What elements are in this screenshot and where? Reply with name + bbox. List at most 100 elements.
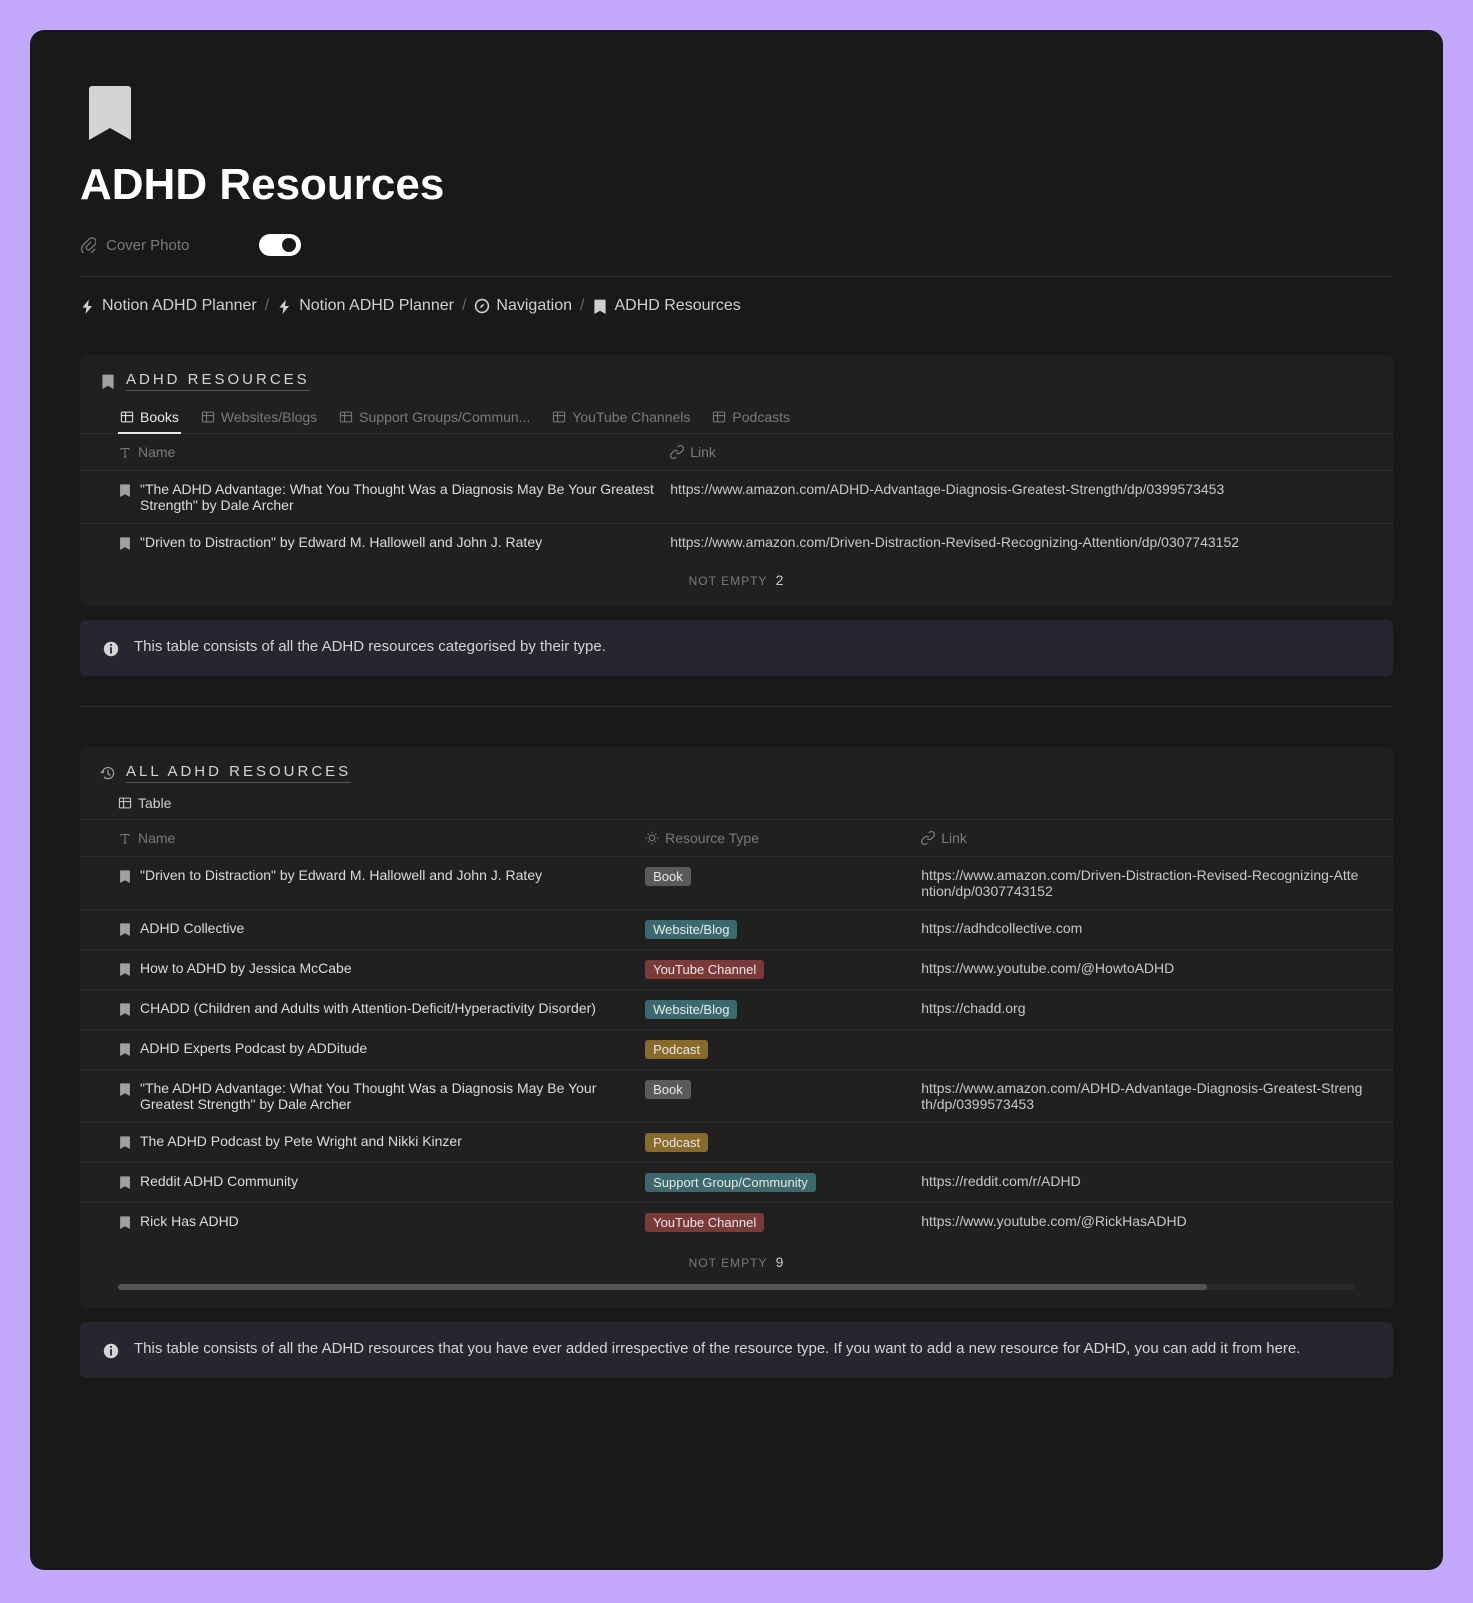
row-name-text: "Driven to Distraction" by Edward M. Hal…	[140, 534, 542, 550]
table-icon	[552, 410, 566, 424]
table-row[interactable]: ADHD CollectiveWebsite/Bloghttps://adhdc…	[80, 910, 1393, 950]
cell-link[interactable]: https://www.amazon.com/ADHD-Advantage-Di…	[670, 481, 1373, 513]
crumb-label: Navigation	[496, 297, 572, 315]
cell-type: Website/Blog	[645, 920, 921, 939]
cell-name: The ADHD Podcast by Pete Wright and Nikk…	[118, 1133, 645, 1152]
cell-type: Podcast	[645, 1040, 921, 1059]
table-row[interactable]: CHADD (Children and Adults with Attentio…	[80, 990, 1393, 1030]
section-title[interactable]: ADHD RESOURCES	[126, 371, 310, 391]
cell-link[interactable]: https://chadd.org	[921, 1000, 1373, 1019]
table-row[interactable]: "Driven to Distraction" by Edward M. Hal…	[80, 857, 1393, 910]
tab-podcasts[interactable]: Podcasts	[710, 403, 792, 433]
cell-type: YouTube Channel	[645, 960, 921, 979]
cell-name: "The ADHD Advantage: What You Thought Wa…	[118, 481, 670, 513]
tab-books[interactable]: Books	[118, 403, 181, 433]
column-label: Link	[690, 444, 716, 460]
info-icon	[102, 1342, 120, 1360]
column-link[interactable]: Link	[921, 830, 1373, 846]
summary-count: 2	[776, 572, 785, 588]
column-label: Resource Type	[665, 830, 759, 846]
horizontal-scrollbar[interactable]	[118, 1284, 1355, 1290]
row-name-text: The ADHD Podcast by Pete Wright and Nikk…	[140, 1133, 462, 1152]
database-tabs: Books Websites/Blogs Support Groups/Comm…	[80, 403, 1393, 434]
row-name-text: ADHD Experts Podcast by ADDitude	[140, 1040, 367, 1059]
summary-label: NOT EMPTY	[689, 574, 768, 588]
cell-link[interactable]	[921, 1040, 1373, 1059]
table-icon	[118, 796, 132, 810]
cell-link[interactable]: https://reddit.com/r/ADHD	[921, 1173, 1373, 1192]
app-window: ADHD Resources Cover Photo Notion ADHD P…	[30, 30, 1443, 1570]
column-name[interactable]: Name	[118, 444, 670, 460]
cell-link[interactable]: https://www.amazon.com/Driven-Distractio…	[921, 867, 1373, 899]
cell-link[interactable]: https://www.amazon.com/Driven-Distractio…	[670, 534, 1373, 550]
table-row[interactable]: "Driven to Distraction" by Edward M. Hal…	[80, 524, 1393, 560]
view-table[interactable]: Table	[118, 795, 171, 811]
page-icon[interactable]	[80, 80, 140, 140]
link-icon	[670, 445, 684, 459]
table-row[interactable]: Reddit ADHD CommunitySupport Group/Commu…	[80, 1163, 1393, 1203]
table-row[interactable]: How to ADHD by Jessica McCabeYouTube Cha…	[80, 950, 1393, 990]
section-header: ADHD RESOURCES	[80, 371, 1393, 403]
table-row[interactable]: The ADHD Podcast by Pete Wright and Nikk…	[80, 1123, 1393, 1163]
resource-type-tag: Book	[645, 1080, 691, 1099]
table-row[interactable]: "The ADHD Advantage: What You Thought Wa…	[80, 1070, 1393, 1123]
page-title: ADHD Resources	[80, 160, 1393, 210]
text-icon	[118, 831, 132, 845]
tab-label: Websites/Blogs	[221, 409, 317, 425]
table-header-row: Name Resource Type Link	[80, 820, 1393, 857]
row-name-text: "Driven to Distraction" by Edward M. Hal…	[140, 867, 542, 899]
tab-label: Support Groups/Commun...	[359, 409, 530, 425]
crumb-label: ADHD Resources	[614, 297, 740, 315]
cover-toggle[interactable]	[259, 234, 301, 256]
crumb-separator: /	[580, 297, 584, 315]
summary-label: NOT EMPTY	[689, 1256, 768, 1270]
cell-link[interactable]: https://www.youtube.com/@HowtoADHD	[921, 960, 1373, 979]
bolt-icon	[80, 298, 96, 314]
scrollbar-thumb[interactable]	[118, 1284, 1207, 1290]
bookmark-icon	[118, 1002, 132, 1016]
table-summary: NOT EMPTY 2	[80, 560, 1393, 588]
table-row[interactable]: "The ADHD Advantage: What You Thought Wa…	[80, 471, 1393, 524]
section-adhd-resources: ADHD RESOURCES Books Websites/Blogs Supp…	[80, 355, 1393, 606]
bookmark-icon	[118, 1215, 132, 1229]
column-label: Name	[138, 830, 175, 846]
column-name[interactable]: Name	[118, 830, 645, 846]
callout-text: This table consists of all the ADHD reso…	[134, 638, 606, 658]
cell-name: ADHD Collective	[118, 920, 645, 939]
cell-name: Reddit ADHD Community	[118, 1173, 645, 1192]
resource-type-tag: Podcast	[645, 1133, 708, 1152]
crumb-4[interactable]: ADHD Resources	[592, 297, 740, 315]
tab-label: YouTube Channels	[572, 409, 690, 425]
cell-type: Podcast	[645, 1133, 921, 1152]
table-icon	[339, 410, 353, 424]
cell-link[interactable]: https://www.amazon.com/ADHD-Advantage-Di…	[921, 1080, 1373, 1112]
column-link[interactable]: Link	[670, 444, 1373, 460]
bookmark-icon	[118, 922, 132, 936]
cell-link[interactable]: https://adhdcollective.com	[921, 920, 1373, 939]
column-type[interactable]: Resource Type	[645, 830, 921, 846]
cell-link[interactable]: https://www.youtube.com/@RickHasADHD	[921, 1213, 1373, 1232]
tab-youtube[interactable]: YouTube Channels	[550, 403, 692, 433]
section-title[interactable]: ALL ADHD RESOURCES	[126, 763, 351, 783]
cover-photo-label[interactable]: Cover Photo	[106, 237, 189, 254]
bookmark-icon	[118, 869, 132, 883]
info-icon	[102, 640, 120, 658]
callout-text: This table consists of all the ADHD reso…	[134, 1340, 1300, 1360]
crumb-1[interactable]: Notion ADHD Planner	[80, 297, 257, 315]
table-row[interactable]: ADHD Experts Podcast by ADDitude Podcast	[80, 1030, 1393, 1070]
crumb-label: Notion ADHD Planner	[299, 297, 454, 315]
cell-name: "The ADHD Advantage: What You Thought Wa…	[118, 1080, 645, 1112]
tab-websites[interactable]: Websites/Blogs	[199, 403, 319, 433]
crumb-3[interactable]: Navigation	[474, 297, 572, 315]
crumb-2[interactable]: Notion ADHD Planner	[277, 297, 454, 315]
all-resources-table: Name Resource Type Link "Driven to Distr…	[80, 820, 1393, 1290]
cell-type: Book	[645, 1080, 921, 1112]
breadcrumb: Notion ADHD Planner / Notion ADHD Planne…	[80, 297, 1393, 315]
table-row[interactable]: Rick Has ADHDYouTube Channelhttps://www.…	[80, 1203, 1393, 1242]
bookmark-icon	[100, 373, 116, 389]
cell-name: How to ADHD by Jessica McCabe	[118, 960, 645, 979]
tab-support[interactable]: Support Groups/Commun...	[337, 403, 532, 433]
callout-1: This table consists of all the ADHD reso…	[80, 620, 1393, 676]
paperclip-icon	[80, 237, 96, 253]
cell-link[interactable]	[921, 1133, 1373, 1152]
